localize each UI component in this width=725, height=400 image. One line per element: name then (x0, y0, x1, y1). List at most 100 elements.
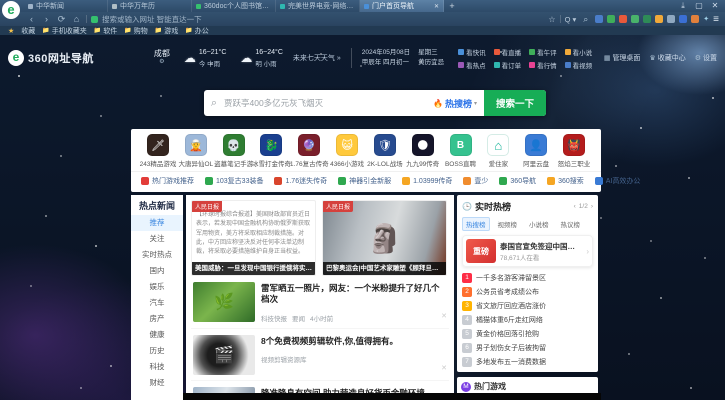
sidebar-item-auto[interactable]: 汽车 (131, 295, 183, 311)
tab-discussion[interactable]: 热议榜 (557, 217, 585, 231)
text-link[interactable]: 360导航 (499, 176, 536, 186)
app-shortcut[interactable]: 🛡2K-LOL战场 (368, 134, 402, 168)
extension-icon[interactable] (679, 15, 687, 23)
hot-rank-item[interactable]: 6男子划伤女子后被拘留 (462, 341, 593, 355)
news-item[interactable]: 🎬 8个免费视频剪辑软件,你,值得拥有。 视频剪辑资源库 ✕ (191, 329, 449, 381)
browser-tab-3[interactable]: 360doc个人图书馆-个图书每日+1观点 (192, 0, 276, 12)
bookmark-folder-shopping[interactable]: 📁 购物 (124, 26, 147, 36)
bookmark-folder-phone[interactable]: 📁 手机收藏夹 (42, 26, 86, 36)
app-shortcut[interactable]: 👤阿里云盘 (519, 134, 553, 168)
hot-rank-item[interactable]: 7多地发布五一消费数据 (462, 355, 593, 369)
restore-window-icon[interactable]: ▢ (692, 0, 706, 12)
extension-icon[interactable] (595, 15, 603, 23)
text-link[interactable]: 1.03999传奇 (402, 176, 452, 186)
sidebar-item-realtime[interactable]: 实时热点 (131, 247, 183, 263)
almanac-link[interactable]: 黄历宜忌 (418, 58, 444, 68)
browser-tab-4[interactable]: 完美世界电竞-网络小子 360导航 (276, 0, 360, 12)
extension-icon[interactable] (607, 15, 615, 23)
seven-day-forecast-link[interactable]: 未来七天天气 » (293, 53, 341, 63)
quick-link[interactable]: 看直播 (494, 47, 522, 57)
settings-button[interactable]: ⚙设置 (695, 53, 717, 63)
extension-icon[interactable] (643, 15, 651, 23)
sidebar-item-tech[interactable]: 科技 (131, 359, 183, 375)
close-window-icon[interactable]: ✕ (708, 0, 722, 12)
forward-button[interactable]: › (41, 14, 52, 24)
bookmark-folder-games[interactable]: 📁 游戏 (155, 26, 178, 36)
quick-link[interactable]: 看热点 (458, 60, 486, 70)
address-bar[interactable]: 搜索或输入网址 智能直达一下 (102, 14, 544, 25)
download-panel-icon[interactable]: ⤓ (676, 0, 690, 12)
extension-icon[interactable] (691, 15, 699, 23)
hot-rank-item[interactable]: 4橘猫体重6斤走红网络 (462, 313, 593, 327)
text-link[interactable]: 1.76迷失传奇 (274, 176, 327, 186)
extension-icon[interactable] (667, 15, 675, 23)
hot-rank-item[interactable]: 5黄金价格回落引抢购 (462, 327, 593, 341)
app-shortcut[interactable]: BBOSS直聘 (444, 134, 478, 168)
app-shortcut[interactable]: 🔮1.76复古传奇 (292, 134, 326, 168)
back-button[interactable]: ‹ (26, 14, 37, 24)
tab-video[interactable]: 视频榜 (494, 217, 522, 231)
dismiss-news-icon[interactable]: ✕ (441, 312, 447, 320)
quick-link[interactable]: 看午评 (529, 47, 557, 57)
app-shortcut[interactable]: 🌑九九99传奇 (406, 134, 440, 168)
sidebar-item-entertainment[interactable]: 娱乐 (131, 279, 183, 295)
extension-icon[interactable] (655, 15, 663, 23)
text-link[interactable]: 103复古33装备 (205, 176, 263, 186)
toolbar-search-icon[interactable]: ⌕ (580, 14, 591, 25)
manage-desktop-button[interactable]: ▦管理桌面 (604, 53, 641, 63)
featured-photo-card[interactable]: 🗿 人民日报 巴黎奥运会|中国艺术家雕塑《顾拜旦》亮相展出 (322, 200, 447, 276)
sidebar-item-history[interactable]: 历史 (131, 343, 183, 359)
app-shortcut[interactable]: 💀盗墓笔记手游 (217, 134, 251, 168)
site-safety-shield-icon[interactable] (91, 16, 98, 23)
extension-icon[interactable] (619, 15, 627, 23)
browser-logo-icon[interactable]: e (2, 1, 20, 19)
extension-icon[interactable] (631, 15, 639, 23)
news-item[interactable]: 🌿 雷军晒五一照片，网友：一个米粉提升了好几个档次 科技快报 要闻 4小时前 ✕ (191, 276, 449, 329)
app-shortcut[interactable]: 🐉冰雪打金传奇 (254, 134, 288, 168)
hot-rank-item[interactable]: 2公务员省考成绩公布 (462, 285, 593, 299)
news-title[interactable]: 8个免费视频剪辑软件,你,值得拥有。 (261, 336, 447, 347)
bookmark-folder-office[interactable]: 📁 办公 (185, 26, 208, 36)
text-link[interactable]: 壹少 (463, 176, 488, 186)
hot-rank-item[interactable]: 1一千多名游客滞留景区 (462, 271, 593, 285)
quick-link[interactable]: 看快讯 (458, 47, 486, 57)
browser-tab-active[interactable]: 门户首页导航 ✕ (360, 0, 444, 12)
weather-city[interactable]: 成都 ⚙ (154, 49, 170, 67)
quick-link[interactable]: 看行情 (529, 60, 557, 70)
sidebar-item-finance[interactable]: 财经 (131, 375, 183, 391)
menu-icon[interactable]: ≡ (713, 14, 719, 25)
bookmark-folder-software[interactable]: 📁 软件 (94, 26, 117, 36)
quick-link[interactable]: 看视频 (565, 60, 593, 70)
app-shortcut[interactable]: ⌂爱住家 (481, 134, 515, 168)
app-shortcut[interactable]: 🗡243精品游戏 (141, 134, 175, 168)
hot-search-dropdown[interactable]: 🔥 热搜榜 ▾ (433, 90, 484, 116)
pager-next-icon[interactable]: › (591, 203, 593, 210)
search-input[interactable] (224, 90, 433, 116)
sidebar-item-realestate[interactable]: 房产 (131, 311, 183, 327)
weather-tomorrow[interactable]: ☁ 16~24°C 明 小雨 (240, 48, 283, 69)
app-shortcut[interactable]: 🧝大唐异仙OL (179, 134, 213, 168)
quick-link[interactable]: 看小说 (565, 47, 593, 57)
text-link[interactable]: 热门游戏推荐 (141, 176, 194, 186)
dismiss-news-icon[interactable]: ✕ (441, 364, 447, 372)
city-settings-icon[interactable]: ⚙ (154, 59, 170, 67)
search-button[interactable]: 搜索一下 (484, 90, 546, 116)
hot-rank-item[interactable]: 3省文旅厅回应酒店涨价 (462, 299, 593, 313)
sidebar-item-health[interactable]: 健康 (131, 327, 183, 343)
refresh-button[interactable]: ⟳ (56, 14, 67, 25)
bookmarks-star-icon[interactable]: ★ (8, 27, 14, 35)
app-shortcut[interactable]: 😺4366小游戏 (330, 134, 364, 168)
favorite-star-icon[interactable]: ☆ (548, 15, 555, 24)
sidebar-item-domestic[interactable]: 国内 (131, 263, 183, 279)
weather-today[interactable]: ☁ 16~21°C 今 中雨 (184, 48, 227, 69)
home-button[interactable]: ⌂ (71, 14, 82, 24)
browser-tab-1[interactable]: 中华新闻 (24, 0, 108, 12)
text-link[interactable]: 神器引金新服 (338, 176, 391, 186)
site-brand[interactable]: e 360网址导航 (8, 50, 94, 66)
text-link[interactable]: 360搜索 (547, 176, 584, 186)
browser-tab-2[interactable]: 中华万年历 (108, 0, 192, 12)
search-engine-selector[interactable]: Q ▾ (565, 15, 577, 24)
tab-close-icon[interactable]: ✕ (434, 3, 439, 10)
favorites-center-button[interactable]: ♛收藏中心 (649, 53, 685, 63)
pinned-hot-item[interactable]: 重磅 泰国官宣免签迎中国游客 78,671人在看 › (462, 235, 593, 267)
